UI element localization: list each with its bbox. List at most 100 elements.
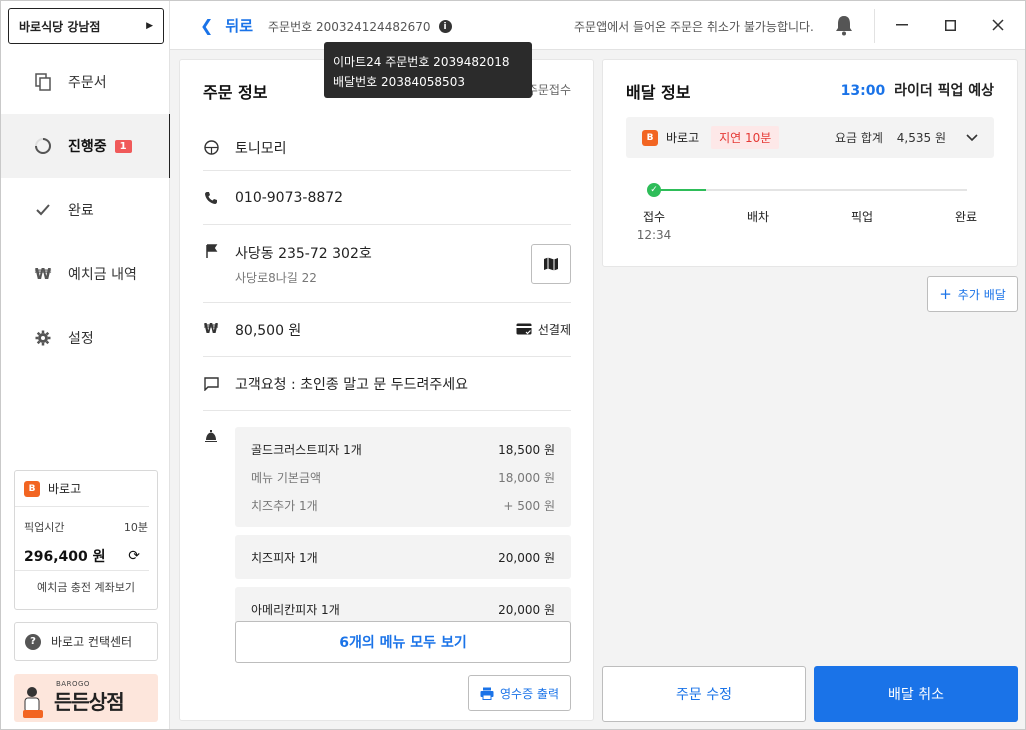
menu-name: 아메리칸피자 1개 — [251, 602, 340, 617]
sidebar-item-label: 주문서 — [68, 75, 107, 91]
sidebar-nav: 주문서 진행중 1 완료 ₩ 예치금 내역 설정 — [1, 50, 171, 370]
contact-center-label: 바로고 컨택센터 — [51, 635, 133, 649]
chat-icon — [203, 376, 219, 392]
menu-line: 골드크러스트피자 1개 18,500 원 — [235, 435, 571, 463]
barogo-card: B 바로고 픽업시간 10분 296,400 원 ⟳ 예치금 충전 계좌보기 — [14, 470, 158, 610]
address-text: 사당동 235-72 302호 사당로8나길 22 — [235, 243, 372, 286]
gear-icon — [34, 329, 52, 347]
delivery-info-title: 배달 정보 — [626, 83, 691, 102]
sidebar-item-orders[interactable]: 주문서 — [1, 50, 170, 114]
topbar: ❮ 뒤로 주문번호 200324124482670 i 주문앱에서 들어온 주문… — [170, 1, 1025, 50]
sidebar-item-label: 설정 — [68, 331, 94, 347]
menu-item-2: 치즈피자 1개 20,000 원 — [235, 535, 571, 579]
phone-row: 010-9073-8872 — [203, 171, 571, 225]
phone-icon — [203, 190, 219, 206]
sidebar-item-in-progress[interactable]: 진행중 1 — [1, 114, 171, 178]
promo-banner[interactable]: BAROGO 든든상점 — [14, 674, 158, 722]
sidebar-item-label: 완료 — [68, 203, 94, 219]
flag-icon — [203, 243, 219, 259]
address-row: 사당동 235-72 302호 사당로8나길 22 — [203, 225, 571, 303]
menu-sub-name: 메뉴 기본금액 — [251, 470, 322, 485]
delivery-info-panel: 배달 정보 13:00 라이더 픽업 예상 B 바로고 지연 10분 요금 합계… — [602, 59, 1018, 267]
delivery-progress-track — [653, 189, 967, 191]
payment-method: 선결제 — [516, 321, 571, 338]
back-button[interactable]: ❮ 뒤로 — [200, 15, 253, 36]
chevron-down-icon[interactable] — [966, 130, 978, 146]
request-row: 고객요청 : 초인종 말고 문 두드려주세요 — [203, 357, 571, 411]
caret-right-icon: ▶ — [146, 21, 153, 31]
step-label: 배차 — [746, 210, 770, 224]
help-icon: ? — [25, 633, 41, 650]
card-icon — [516, 323, 532, 335]
address-main: 사당동 235-72 302호 — [235, 246, 372, 262]
store-icon — [203, 140, 219, 156]
menu-item-1: 골드크러스트피자 1개 18,500 원 메뉴 기본금액 18,000 원 치즈… — [235, 427, 571, 527]
store-name: 바로식당 강남점 — [19, 19, 101, 34]
modify-order-button[interactable]: 주문 수정 — [602, 666, 806, 722]
eta-text: 라이더 픽업 예상 — [894, 83, 994, 99]
contact-center-button[interactable]: ? 바로고 컨택센터 — [14, 622, 158, 661]
view-all-menu-button[interactable]: 6개의 메뉴 모두 보기 — [235, 621, 571, 663]
sidebar-item-settings[interactable]: 설정 — [1, 306, 170, 370]
chevron-left-icon: ❮ — [200, 16, 214, 35]
store-selector[interactable]: 바로식당 강남점 ▶ — [8, 8, 164, 44]
food-tray-icon — [203, 428, 219, 448]
barogo-brand: 바로고 — [48, 482, 82, 496]
order-status: 주문접수 — [526, 83, 571, 97]
add-delivery-button[interactable]: + 추가 배달 — [927, 276, 1018, 312]
fee-value: 4,535 원 — [896, 131, 946, 145]
print-receipt-button[interactable]: 영수증 출력 — [468, 675, 571, 711]
person-illustration-icon — [23, 687, 43, 718]
menu-sub-price: + 500 원 — [503, 498, 555, 513]
balance-row: 296,400 원 ⟳ — [15, 541, 149, 571]
fee-total: 요금 합계 4,535 원 — [835, 129, 946, 146]
deposit-account-link[interactable]: 예치금 충전 계좌보기 — [15, 571, 157, 605]
payment-method-label: 선결제 — [537, 323, 571, 337]
maximize-button[interactable] — [939, 14, 961, 36]
menu-line: 치즈피자 1개 20,000 원 — [235, 543, 571, 571]
menu-price: 20,000 원 — [498, 550, 555, 565]
order-info-panel: 주문 정보 주문접수 토니모리 010-9073-8872 사당동 235-72… — [179, 59, 594, 721]
printer-icon — [480, 687, 494, 700]
pickup-time-label: 픽업시간 — [24, 521, 65, 534]
close-button[interactable] — [987, 14, 1009, 36]
topbar-divider — [874, 9, 875, 43]
add-delivery-label: 추가 배달 — [957, 287, 1006, 302]
fee-label: 요금 합계 — [834, 131, 883, 145]
order-number: 주문번호 200324124482670 i — [268, 18, 452, 35]
price-row: ₩ 80,500 원 선결제 — [203, 303, 571, 357]
sidebar-item-complete[interactable]: 완료 — [1, 178, 170, 242]
back-label: 뒤로 — [225, 17, 254, 35]
bell-icon[interactable] — [833, 14, 855, 36]
sidebar-item-deposit[interactable]: ₩ 예치금 내역 — [1, 242, 170, 306]
barogo-logo-icon: B — [24, 480, 40, 497]
delivery-agency-bar[interactable]: B 바로고 지연 10분 요금 합계 4,535 원 — [626, 117, 994, 158]
menu-name: 치즈피자 1개 — [251, 550, 318, 565]
cancel-notice: 주문앱에서 들어온 주문은 취소가 불가능합니다. — [574, 20, 814, 34]
map-button[interactable] — [531, 244, 571, 284]
main-content: 주문 정보 주문접수 토니모리 010-9073-8872 사당동 235-72… — [170, 50, 1025, 729]
menu-name: 골드크러스트피자 1개 — [251, 442, 362, 457]
plus-icon: + — [939, 285, 952, 303]
order-number-text: 주문번호 200324124482670 — [268, 20, 431, 34]
sidebar: 바로식당 강남점 ▶ 주문서 진행중 1 완료 ₩ 예치금 내역 설정 B 바로… — [1, 1, 171, 729]
info-icon[interactable]: i — [438, 20, 452, 33]
sidebar-item-label: 예치금 내역 — [68, 267, 137, 283]
step-check-icon: ✓ — [647, 183, 661, 197]
cancel-delivery-button[interactable]: 배달 취소 — [814, 666, 1018, 722]
barogo-logo-icon: B — [642, 129, 658, 146]
check-icon — [34, 201, 52, 219]
step-label: 접수 — [642, 210, 666, 224]
refresh-icon[interactable]: ⟳ — [128, 548, 140, 564]
rider-pickup-eta: 13:00 라이더 픽업 예상 — [841, 80, 994, 100]
customer-phone[interactable]: 010-9073-8872 — [235, 190, 343, 206]
minimize-button[interactable] — [891, 14, 913, 36]
print-receipt-label: 영수증 출력 — [499, 686, 559, 701]
order-info-title: 주문 정보 — [203, 83, 268, 102]
step-time: 12:34 — [636, 228, 672, 242]
menu-line: 아메리칸피자 1개 20,000 원 — [235, 595, 571, 623]
won-icon: ₩ — [203, 322, 219, 337]
app-window: 바로식당 강남점 ▶ 주문서 진행중 1 완료 ₩ 예치금 내역 설정 B 바로… — [0, 0, 1026, 730]
pickup-time-row: 픽업시간 10분 — [15, 513, 157, 541]
sidebar-item-label: 진행중 — [68, 139, 107, 155]
